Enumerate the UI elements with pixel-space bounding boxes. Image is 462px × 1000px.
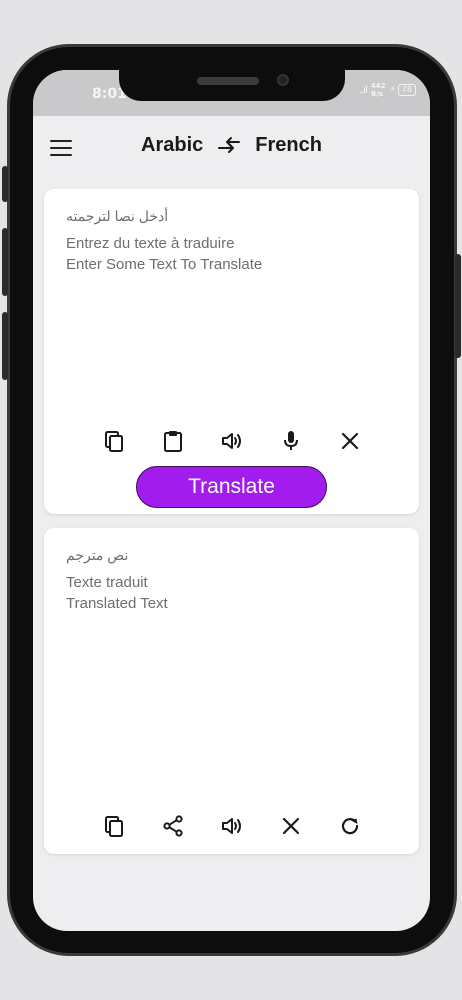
share-icon[interactable] xyxy=(161,814,185,838)
network-speed-value: 442 xyxy=(370,82,386,90)
refresh-icon[interactable] xyxy=(338,814,362,838)
output-toolbar xyxy=(44,814,419,838)
speaker-icon[interactable] xyxy=(220,429,244,453)
front-camera xyxy=(277,74,289,86)
source-language-button[interactable]: Arabic xyxy=(141,134,203,157)
battery-indicator: ⚡ 78 xyxy=(389,84,416,96)
mic-icon[interactable] xyxy=(279,429,303,453)
output-label-english: Translated Text xyxy=(66,595,168,612)
swap-languages-icon[interactable] xyxy=(217,136,241,156)
app-header: Arabic French xyxy=(33,116,430,176)
network-speed: 442 B/s xyxy=(371,82,386,98)
notch xyxy=(119,70,345,101)
phone-side-button xyxy=(2,166,8,202)
close-icon[interactable] xyxy=(279,814,303,838)
status-indicators: ..ıl 442 B/s ⚡ 78 xyxy=(359,82,416,98)
copy-icon[interactable] xyxy=(102,814,126,838)
input-placeholder-arabic: أدخل نصا لترجمته xyxy=(66,208,169,224)
output-label-french: Texte traduit xyxy=(66,574,148,591)
translate-button[interactable]: Translate xyxy=(136,466,327,508)
phone-volume-down-button xyxy=(2,312,8,380)
signal-icon: ..ıl xyxy=(358,84,368,96)
network-speed-unit: B/s xyxy=(370,90,383,98)
phone-volume-up-button xyxy=(2,228,8,296)
input-placeholder-english: Enter Some Text To Translate xyxy=(66,256,263,273)
output-card: نص مترجم Texte traduit Translated Text xyxy=(44,528,419,854)
copy-icon[interactable] xyxy=(102,429,126,453)
close-icon[interactable] xyxy=(338,429,362,453)
output-label-arabic: نص مترجم xyxy=(66,547,129,563)
input-card: أدخل نصا لترجمته Entrez du texte à tradu… xyxy=(44,189,419,514)
paste-icon[interactable] xyxy=(161,429,185,453)
charging-icon: ⚡ xyxy=(389,85,396,95)
input-text-field[interactable]: أدخل نصا لترجمته Entrez du texte à tradu… xyxy=(66,206,401,275)
output-text-area: نص مترجم Texte traduit Translated Text xyxy=(66,545,401,614)
earpiece-speaker xyxy=(197,77,259,85)
input-toolbar xyxy=(44,429,419,453)
target-language-button[interactable]: French xyxy=(255,134,322,157)
language-switcher: Arabic French xyxy=(33,134,430,157)
phone-power-button xyxy=(455,254,461,358)
input-placeholder-french: Entrez du texte à traduire xyxy=(66,235,235,252)
phone-screen: 8:01 ..ıl 442 B/s ⚡ 78 Arabic French أدخ… xyxy=(33,70,430,931)
speaker-icon[interactable] xyxy=(220,814,244,838)
battery-level: 78 xyxy=(397,84,416,96)
